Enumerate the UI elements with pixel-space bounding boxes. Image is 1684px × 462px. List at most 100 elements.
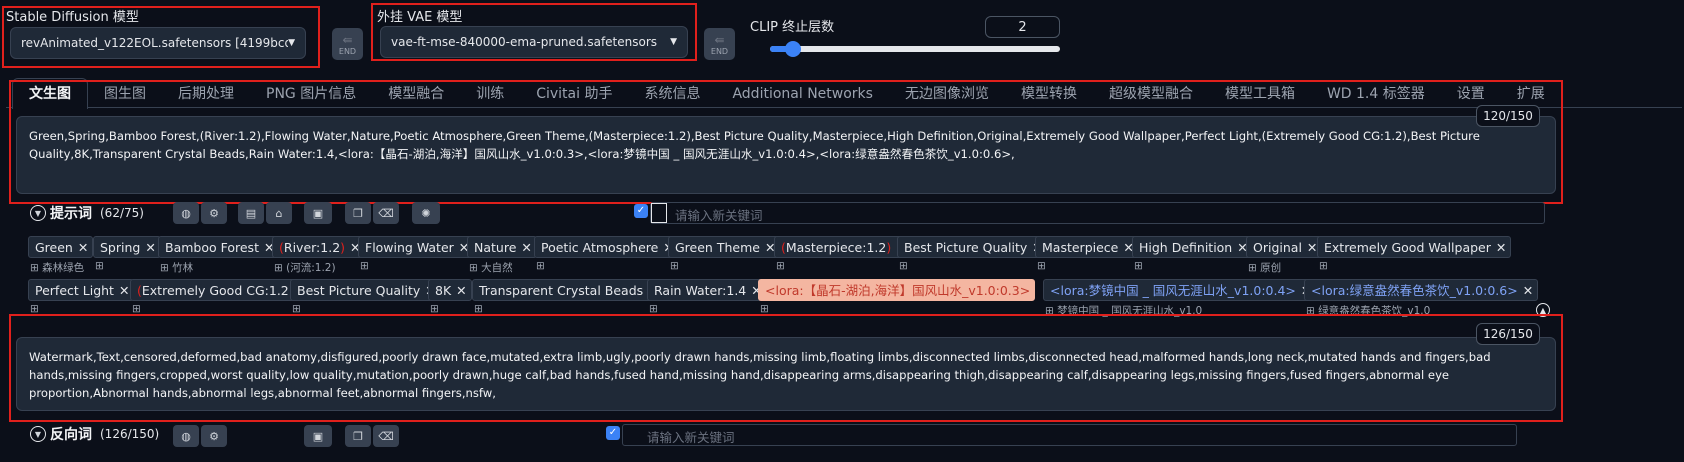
tab-12[interactable]: 模型工具箱 [1209, 79, 1311, 109]
keyword-input[interactable]: 请输入新关键词 [650, 202, 1545, 224]
model-dropdown[interactable]: revAnimated_v122EOL.safetensors [4199bcd… [10, 27, 306, 59]
prompt-chip[interactable]: <lora:绿意盎然春色茶饮_v1.0:0.6> ✕ [1304, 279, 1539, 301]
chip-translation[interactable]: ⊞ [1037, 260, 1046, 272]
translate-icon[interactable]: ▣ [304, 202, 332, 224]
close-icon[interactable]: ✕ [1307, 240, 1317, 255]
globe-icon[interactable]: ◍ [173, 202, 199, 224]
vae-dropdown[interactable]: vae-ft-mse-840000-ema-pruned.safetensors… [380, 26, 688, 58]
chevron-up-icon[interactable]: ▲ [1536, 303, 1550, 317]
clip-value-input[interactable]: 2 [985, 16, 1060, 38]
close-icon[interactable]: ✕ [1523, 283, 1533, 298]
tab-8[interactable]: Additional Networks [716, 79, 888, 109]
trash-icon[interactable]: ⌫ [373, 425, 399, 447]
chip-translation[interactable]: ⊞ [1134, 260, 1143, 272]
chip-translation[interactable]: ⊞ [430, 303, 439, 315]
prompt-chip[interactable]: Best Picture Quality✕ [897, 236, 1048, 258]
tab-2[interactable]: 后期处理 [162, 79, 250, 109]
clip-slider[interactable] [770, 41, 1060, 57]
chip-translation[interactable]: ⊞ (河流:1.2) [274, 260, 336, 275]
prompt-chip[interactable]: (Extremely Good CG:1.2)✕ [130, 279, 315, 301]
chip-translation[interactable]: ⊞ 竹林 [160, 260, 193, 275]
tab-9[interactable]: 无边图像浏览 [889, 79, 1005, 109]
close-icon[interactable]: ✕ [1496, 240, 1506, 255]
chip-translation[interactable]: ⊞ [292, 303, 301, 315]
prompt-chip[interactable]: Poetic Atmosphere✕ [534, 236, 679, 258]
translate-icon: ⊞ [360, 260, 369, 272]
chip-translation[interactable]: ⊞ [760, 303, 769, 315]
prompt-chip[interactable]: Transparent Crystal Beads✕ [472, 279, 664, 301]
trash-icon[interactable]: ⌫ [373, 202, 399, 224]
close-icon[interactable]: ✕ [78, 240, 88, 255]
chip-translation[interactable]: ⊞ [132, 303, 141, 315]
chip-translation[interactable]: ⊞ [30, 303, 39, 315]
tab-6[interactable]: Civitai 助手 [520, 79, 628, 109]
negative-prompt-textarea[interactable]: Watermark,Text,censored,deformed,bad ana… [16, 337, 1556, 411]
translate-icon[interactable]: ▣ [304, 425, 332, 447]
chip-translation[interactable]: ⊞ [474, 303, 483, 315]
prompt-tools-header[interactable]: ▼ 提示词 (62/75) [30, 203, 144, 223]
ai-icon[interactable]: ✺ [412, 202, 440, 224]
chip-translation[interactable]: ⊞ [670, 260, 679, 272]
tab-5[interactable]: 训练 [460, 79, 520, 109]
gear-icon[interactable]: ⚙ [201, 202, 227, 224]
prompt-chip[interactable]: Rain Water:1.4 ✕ [647, 279, 767, 301]
close-icon[interactable]: ✕ [521, 240, 531, 255]
prompt-chip[interactable]: <lora:【晶石-湖泊,海洋】国风山水_v1.0:0.3> [758, 279, 1036, 301]
negative-keyword-input[interactable]: 请输入新关键词 [622, 424, 1517, 446]
prompt-chip[interactable]: Extremely Good Wallpaper ✕ [1317, 236, 1512, 258]
close-icon[interactable]: ✕ [456, 283, 466, 298]
tab-7[interactable]: 系统信息 [628, 79, 716, 109]
keyword-checkbox[interactable]: ✓ [634, 204, 648, 218]
chip-translation[interactable]: ⊞ [776, 260, 785, 272]
prompt-chip[interactable]: Bamboo Forest ✕ [158, 236, 280, 258]
prompt-chip[interactable]: Masterpiece ✕ [1035, 236, 1139, 258]
chip-translation[interactable]: ⊞ 大自然 [469, 260, 513, 275]
negative-tools-header[interactable]: ▼ 反向词 (126/150) [30, 424, 159, 444]
chip-translation-text: 绿意盎然春色茶饮_v1.0 [1318, 305, 1431, 317]
prompt-chip[interactable]: Nature ✕ [467, 236, 537, 258]
prompt-chip[interactable]: Green ✕ [28, 236, 94, 258]
negative-keyword-checkbox[interactable]: ✓ [606, 426, 620, 440]
gear-icon[interactable]: ⚙ [201, 425, 227, 447]
prompt-chip[interactable]: (River:1.2) ✕ [272, 236, 366, 258]
chip-translation[interactable]: ⊞ 森林绿色 [30, 260, 84, 275]
chip-translation[interactable]: ⊞ [536, 260, 545, 272]
clip-label: CLIP 终止层数 [750, 20, 835, 35]
prompt-chip[interactable]: 8K ✕ [428, 279, 472, 301]
tab-0[interactable]: 文生图 [12, 78, 88, 109]
prompt-chip[interactable]: Spring ✕ [93, 236, 161, 258]
copy-icon[interactable]: ❐ [345, 202, 371, 224]
clip-slider-thumb[interactable] [785, 41, 802, 57]
tab-1[interactable]: 图生图 [88, 79, 162, 109]
tab-4[interactable]: 模型融合 [372, 79, 460, 109]
chip-translation[interactable]: ⊞ [899, 260, 908, 272]
tab-3[interactable]: PNG 图片信息 [250, 79, 372, 109]
chip-translation[interactable]: ⊞ [360, 260, 369, 272]
chip-translation[interactable]: ⊞ [1319, 260, 1328, 272]
refresh-vae-button[interactable]: ⇚ END [704, 28, 735, 60]
prompt-chip[interactable]: Perfect Light ✕ [28, 279, 135, 301]
chip-translation[interactable]: ⊞ 绿意盎然春色茶饮_v1.0 [1306, 303, 1430, 318]
close-icon[interactable]: ✕ [119, 283, 129, 298]
prompt-textarea[interactable]: Green,Spring,Bamboo Forest,(River:1.2),F… [16, 116, 1556, 194]
chip-translation[interactable]: ⊞ 梦镜中国 _ 国风无涯山水_v1.0 [1045, 303, 1202, 318]
prompt-chip[interactable]: (Masterpiece:1.2)✕ [774, 236, 912, 258]
prompt-chip[interactable]: Best Picture Quality✕ [290, 279, 441, 301]
prompt-chip[interactable]: Flowing Water ✕ [358, 236, 475, 258]
copy-icon[interactable]: ❐ [345, 425, 371, 447]
chip-translation[interactable]: ⊞ [95, 260, 104, 272]
history-icon[interactable]: ▤ [238, 202, 264, 224]
prompt-chip[interactable]: Original ✕ [1246, 236, 1323, 258]
chip-translation[interactable]: ⊞ 原创 [1248, 260, 1281, 275]
prompt-chip[interactable]: Green Theme ✕ [668, 236, 781, 258]
prompt-chip[interactable]: High Definition ✕ [1132, 236, 1253, 258]
globe-icon[interactable]: ◍ [173, 425, 199, 447]
tab-13[interactable]: WD 1.4 标签器 [1311, 79, 1441, 109]
refresh-model-button[interactable]: ⇚ END [332, 28, 363, 60]
chip-translation[interactable]: ⊞ [649, 303, 658, 315]
bookmark-icon[interactable]: ⌂ [266, 202, 292, 224]
prompt-chip[interactable]: <lora:梦镜中国 _ 国风无涯山水_v1.0:0.4>✕ [1043, 279, 1317, 301]
close-icon[interactable]: ✕ [145, 240, 155, 255]
tab-10[interactable]: 模型转换 [1005, 79, 1093, 109]
tab-11[interactable]: 超级模型融合 [1093, 79, 1209, 109]
